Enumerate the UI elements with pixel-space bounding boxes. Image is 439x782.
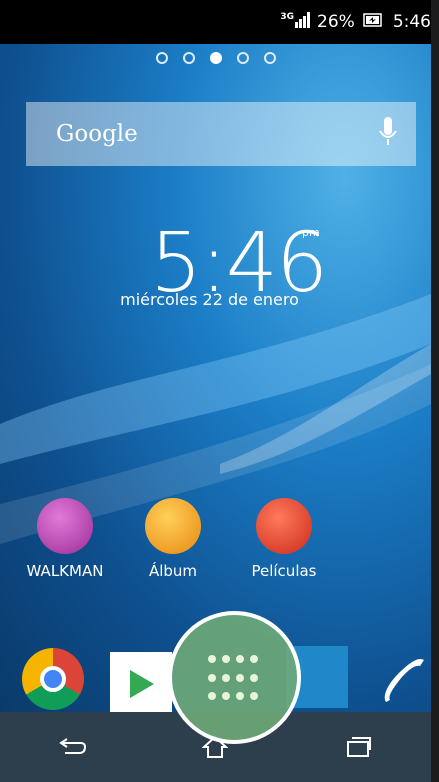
clock-ampm: pm (302, 226, 320, 239)
battery-icon (363, 12, 383, 32)
page-dot[interactable] (155, 52, 168, 64)
app-label: Películas (251, 562, 317, 580)
walkman-icon (37, 498, 93, 554)
home-screen: 3G 26% 5:46 Google 5:46 pm miércoles 22 … (0, 0, 431, 782)
frame-edge (431, 0, 439, 782)
page-indicator (0, 52, 431, 64)
clock-date: miércoles 22 de enero (120, 290, 299, 309)
recent-apps-icon[interactable] (334, 722, 384, 772)
page-dot[interactable] (263, 52, 276, 64)
play-store-icon[interactable] (110, 652, 172, 712)
signal-icon (295, 11, 311, 33)
network-type: 3G (280, 12, 295, 22)
movies-icon (256, 498, 312, 554)
status-time: 5:46 (392, 12, 431, 32)
page-dot[interactable] (182, 52, 195, 64)
microphone-icon[interactable] (378, 117, 398, 151)
app-label: WALKMAN (26, 562, 104, 580)
google-search-widget[interactable]: Google (26, 102, 416, 166)
status-bar: 3G 26% 5:46 (0, 0, 431, 44)
battery-percent: 26% (317, 12, 355, 32)
back-icon[interactable] (47, 722, 97, 772)
app-walkman[interactable]: WALKMAN (10, 498, 120, 580)
page-dot-active[interactable] (209, 52, 222, 64)
app-label: Álbum (148, 562, 198, 580)
app-drawer-button[interactable] (168, 611, 301, 744)
phone-icon[interactable] (378, 650, 428, 708)
app-movies[interactable]: Películas (229, 498, 339, 580)
app-drawer-icon (208, 655, 258, 705)
google-logo[interactable]: Google (56, 121, 138, 147)
chrome-icon[interactable] (22, 648, 84, 710)
album-icon (145, 498, 201, 554)
app-album[interactable]: Álbum (118, 498, 228, 580)
page-dot[interactable] (236, 52, 249, 64)
